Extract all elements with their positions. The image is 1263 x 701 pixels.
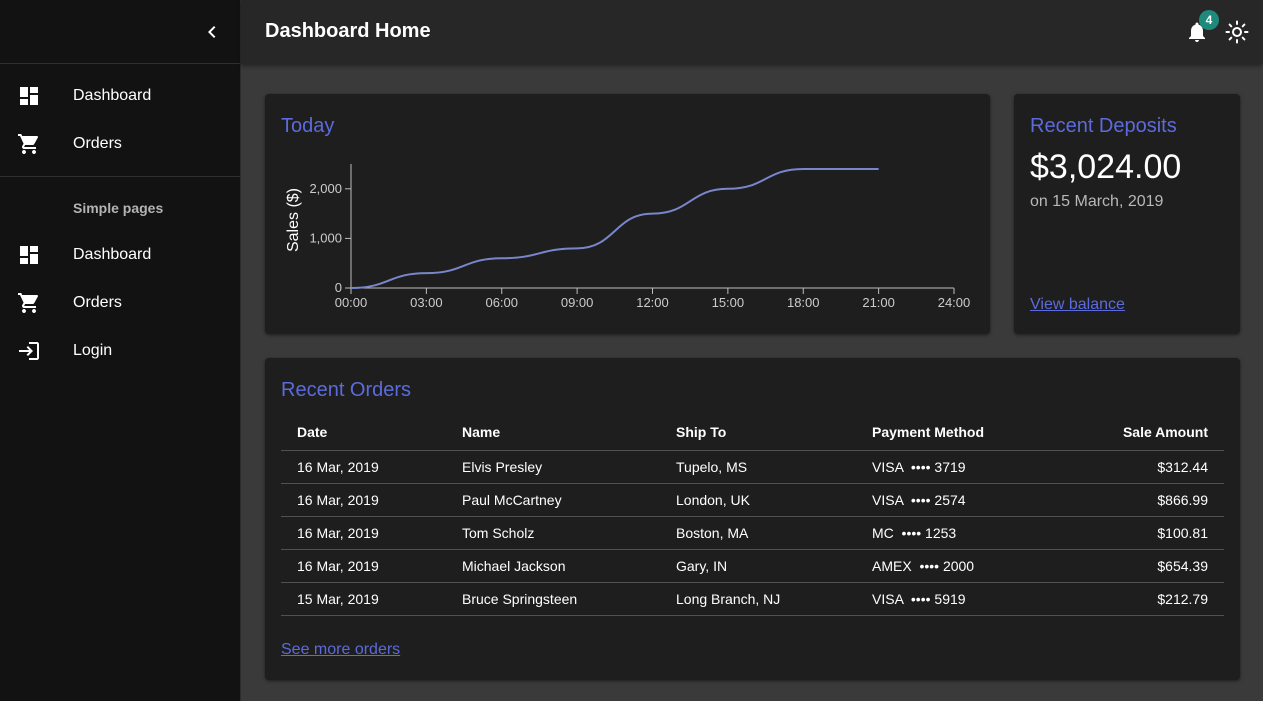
column-header-sale-amount: Sale Amount <box>1056 414 1224 451</box>
table-row: 16 Mar, 2019 Paul McCartney London, UK V… <box>281 483 1224 517</box>
deposit-date: on 15 March, 2019 <box>1030 193 1164 210</box>
sales-line-chart: Sales ($) 00:00 03:00 06:00 09:00 12:00 15:00… <box>285 164 971 310</box>
sidebar-item-dashboard[interactable]: Dashboard <box>0 72 240 120</box>
sales-series-line <box>350 167 879 289</box>
sidebar-item-login[interactable]: Login <box>0 327 240 375</box>
sidebar: Dashboard Orders Simple pages Dashboard … <box>0 0 241 701</box>
cell-date: 16 Mar, 2019 <box>281 483 446 517</box>
sidebar-header <box>0 0 240 64</box>
orders-table: Date Name Ship To Payment Method Sale Am… <box>281 414 1224 616</box>
sidebar-item-orders[interactable]: Orders <box>0 120 240 168</box>
cell-ship-to: Long Branch, NJ <box>660 582 856 616</box>
cell-ship-to: Boston, MA <box>660 516 856 550</box>
cell-name: Paul McCartney <box>446 483 660 517</box>
cell-payment: VISA •••• 2574 <box>856 483 1056 517</box>
x-tick-label: 00:00 <box>335 295 368 310</box>
collapse-sidebar-button[interactable] <box>200 20 224 44</box>
table-row: 16 Mar, 2019 Tom Scholz Boston, MA MC ••… <box>281 516 1224 550</box>
cell-date: 16 Mar, 2019 <box>281 450 446 484</box>
x-tick-label: 18:00 <box>787 295 820 310</box>
cart-icon <box>17 291 41 315</box>
y-tick-label: 1,000 <box>309 230 342 245</box>
cart-icon <box>17 132 41 156</box>
sidebar-item-label: Dashboard <box>73 87 152 104</box>
recent-deposits-card: Recent Deposits $3,024.00 on 15 March, 2… <box>1014 94 1240 334</box>
cell-name: Michael Jackson <box>446 549 660 583</box>
column-header-name: Name <box>446 414 660 451</box>
cell-amount: $654.39 <box>1056 549 1224 583</box>
table-header-row: Date Name Ship To Payment Method Sale Am… <box>281 414 1224 451</box>
chevron-left-icon <box>208 26 216 38</box>
login-icon <box>17 339 41 363</box>
sidebar-item-simple-orders[interactable]: Orders <box>0 279 240 327</box>
cell-date: 16 Mar, 2019 <box>281 549 446 583</box>
sidebar-item-label: Dashboard <box>73 246 152 263</box>
cell-name: Elvis Presley <box>446 450 660 484</box>
cell-ship-to: London, UK <box>660 483 856 517</box>
app-bar: Dashboard Home 4 <box>241 0 1263 64</box>
sidebar-item-simple-dashboard[interactable]: Dashboard <box>0 231 240 279</box>
sidebar-item-label: Login <box>73 342 113 359</box>
cell-amount: $312.44 <box>1056 450 1224 484</box>
page-title: Dashboard Home <box>265 20 431 42</box>
recent-orders-card: Recent Orders Date Name Ship To Payment … <box>265 358 1240 680</box>
secondary-nav: Simple pages Dashboard Orders Login <box>0 177 240 383</box>
cell-amount: $100.81 <box>1056 516 1224 550</box>
today-chart-card: Today Sales ($) 00:00 03:00 06:00 09:00 12:0… <box>265 94 990 334</box>
cell-payment: VISA •••• 5919 <box>856 582 1056 616</box>
x-tick-label: 06:00 <box>485 295 518 310</box>
column-header-date: Date <box>281 414 446 451</box>
cell-date: 15 Mar, 2019 <box>281 582 446 616</box>
column-header-ship-to: Ship To <box>660 414 856 451</box>
cell-amount: $212.79 <box>1056 582 1224 616</box>
cell-payment: AMEX •••• 2000 <box>856 549 1056 583</box>
cell-payment: VISA •••• 3719 <box>856 450 1056 484</box>
cell-ship-to: Tupelo, MS <box>660 450 856 484</box>
primary-nav: Dashboard Orders <box>0 64 240 177</box>
x-tick-label: 09:00 <box>561 295 594 310</box>
sidebar-item-label: Orders <box>73 135 122 152</box>
dashboard-icon <box>17 243 41 267</box>
table-row: 16 Mar, 2019 Michael Jackson Gary, IN AM… <box>281 549 1224 583</box>
y-axis-label: Sales ($) <box>285 188 302 252</box>
view-balance-link[interactable]: View balance <box>1030 296 1125 314</box>
dashboard-icon <box>17 84 41 108</box>
x-tick-label: 15:00 <box>712 295 745 310</box>
x-tick-label: 21:00 <box>862 295 895 310</box>
column-header-payment-method: Payment Method <box>856 414 1056 451</box>
orders-title: Recent Orders <box>281 379 412 401</box>
cell-date: 16 Mar, 2019 <box>281 516 446 550</box>
table-row: 15 Mar, 2019 Bruce Springsteen Long Bran… <box>281 582 1224 616</box>
cell-name: Tom Scholz <box>446 516 660 550</box>
nav-subheader: Simple pages <box>73 200 164 216</box>
cell-payment: MC •••• 1253 <box>856 516 1056 550</box>
y-tick-label: 2,000 <box>309 181 342 196</box>
deposits-title: Recent Deposits <box>1030 115 1177 137</box>
x-tick-label: 24:00 <box>938 295 971 310</box>
cell-amount: $866.99 <box>1056 483 1224 517</box>
cell-name: Bruce Springsteen <box>446 582 660 616</box>
table-row: 16 Mar, 2019 Elvis Presley Tupelo, MS VI… <box>281 450 1224 484</box>
see-more-orders-link[interactable]: See more orders <box>281 641 400 659</box>
sidebar-item-label: Orders <box>73 294 122 311</box>
theme-toggle-button[interactable] <box>1225 20 1249 44</box>
y-tick-label: 0 <box>335 280 342 295</box>
deposit-amount: $3,024.00 <box>1030 148 1182 186</box>
cell-ship-to: Gary, IN <box>660 549 856 583</box>
x-tick-label: 12:00 <box>636 295 669 310</box>
notification-badge: 4 <box>1199 10 1219 30</box>
sun-icon <box>1225 20 1249 44</box>
x-tick-label: 03:00 <box>410 295 443 310</box>
